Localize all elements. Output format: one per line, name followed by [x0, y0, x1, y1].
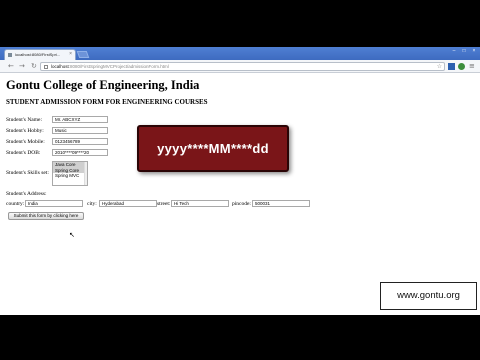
submit-button[interactable]: Submit this form by clicking here — [8, 212, 84, 220]
hobby-input[interactable]: Music — [52, 127, 108, 134]
maximize-icon[interactable]: □ — [460, 47, 468, 55]
bookmark-star-icon[interactable]: ☆ — [437, 63, 442, 70]
mobile-input[interactable]: 0123456789 — [52, 138, 108, 145]
favicon-icon — [8, 53, 12, 57]
tab-strip: localhost:8080/FirstSpri... × – □ × — [0, 47, 480, 60]
skills-option[interactable]: Spring MVC — [53, 173, 87, 179]
url-host: localhost — [51, 64, 69, 69]
country-input[interactable]: India — [25, 200, 83, 207]
city-label: city: — [87, 201, 97, 207]
page-content: Gontu College of Engineering, India STUD… — [0, 74, 480, 315]
browser-tab[interactable]: localhost:8080/FirstSpri... × — [4, 49, 76, 60]
new-tab-button[interactable] — [76, 51, 90, 58]
mouse-cursor-icon: ↖ — [69, 231, 75, 239]
extension-icon[interactable] — [448, 63, 455, 70]
pincode-label: pincode: — [232, 201, 251, 207]
close-window-icon[interactable]: × — [470, 47, 478, 55]
form-heading: STUDENT ADMISSION FORM FOR ENGINEERING C… — [6, 98, 208, 106]
watermark: www.gontu.org — [380, 282, 477, 310]
name-input[interactable]: Mr. ABCXYZ — [52, 116, 108, 123]
name-label: Student's Name: — [6, 117, 42, 123]
browser-window: localhost:8080/FirstSpri... × – □ × ← → … — [0, 47, 480, 315]
city-input[interactable]: Hyderabad — [99, 200, 157, 207]
pincode-input[interactable]: 500031 — [252, 200, 310, 207]
tab-close-icon[interactable]: × — [69, 51, 72, 57]
dob-input[interactable]: 2010****09****20 — [52, 149, 108, 156]
street-label: street: — [157, 201, 171, 207]
wrench-icon[interactable]: ≡ — [469, 62, 476, 70]
reload-icon[interactable]: ↻ — [31, 63, 37, 70]
skills-multiselect[interactable]: Java Core Spring Core Spring MVC — [52, 161, 88, 186]
date-format-text: yyyy****MM****dd — [157, 141, 269, 156]
tab-title: localhost:8080/FirstSpri... — [15, 52, 61, 57]
hobby-label: Student's Hobby: — [6, 128, 44, 134]
skills-label: Student's Skills set: — [6, 170, 49, 176]
browser-toolbar: ← → ↻ localhost:8080/FirstSpringMVCProje… — [0, 60, 480, 73]
window-controls: – □ × — [450, 47, 478, 56]
url-path: :8080/FirstSpringMVCProject/admissionFor… — [68, 64, 169, 69]
dob-label: Student's DOB: — [6, 150, 41, 156]
address-label: Student's Address: — [6, 191, 47, 197]
address-bar[interactable]: localhost:8080/FirstSpringMVCProject/adm… — [40, 62, 445, 71]
page-title: Gontu College of Engineering, India — [6, 78, 200, 92]
back-icon[interactable]: ← — [8, 63, 14, 70]
page-icon — [44, 65, 48, 69]
mobile-label: Student's Mobile: — [6, 139, 45, 145]
minimize-icon[interactable]: – — [450, 47, 458, 55]
extension-icon[interactable] — [458, 63, 465, 70]
scrollbar[interactable] — [84, 162, 87, 185]
country-label: country: — [6, 201, 25, 207]
date-format-banner: yyyy****MM****dd — [137, 125, 289, 172]
street-input[interactable]: Hi Tech — [171, 200, 229, 207]
forward-icon[interactable]: → — [19, 63, 25, 70]
